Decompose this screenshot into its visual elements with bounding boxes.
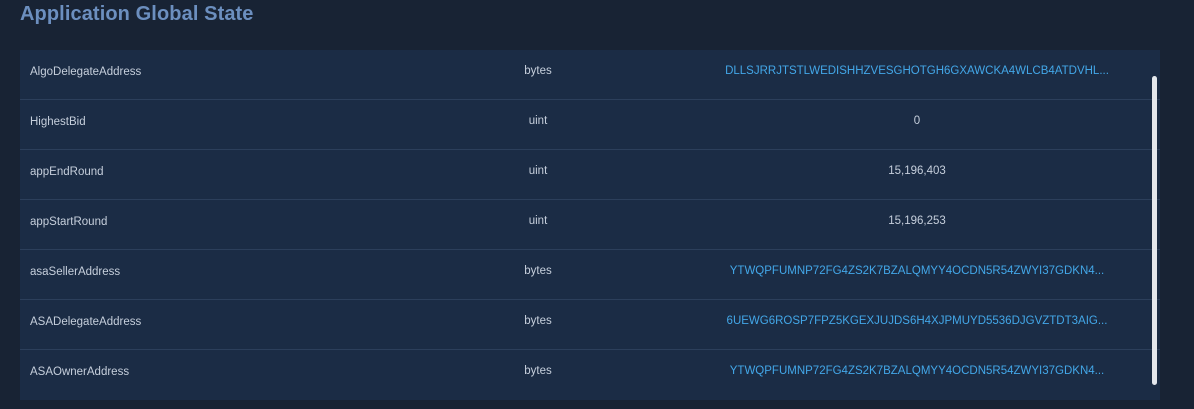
- state-key: appEndRound: [30, 166, 104, 178]
- table-body: AlgoDelegateAddress bytes DLLSJRRJTSTLWEDI…: [20, 50, 1160, 399]
- state-type: bytes: [524, 315, 552, 327]
- scrollbar-thumb[interactable]: [1152, 76, 1157, 385]
- state-type: uint: [528, 215, 548, 227]
- page: Application Global State AlgoDelegateAdd…: [0, 0, 1194, 409]
- state-value: 15,196,253: [888, 215, 946, 227]
- table-row: appEndRound uint 15,196,403: [20, 150, 1160, 200]
- table-row: asaSellerAddress bytes YTWQPFUMNP72FG4ZS2K…: [20, 250, 1160, 300]
- address-link[interactable]: 6UEWG6ROSP7FPZ5KGEXJUJDS6H4XJPMUYD5536DJ…: [710, 300, 1124, 349]
- table-row: HighestBid uint 0: [20, 100, 1160, 150]
- state-key: appStartRound: [30, 216, 108, 228]
- table-row: AlgoDelegateAddress bytes DLLSJRRJTSTLWEDI…: [20, 50, 1160, 100]
- state-type: uint: [528, 165, 548, 177]
- state-key: ASAOwnerAddress: [30, 366, 130, 378]
- global-state-table: AlgoDelegateAddress bytes DLLSJRRJTSTLWEDI…: [20, 50, 1160, 400]
- state-type: bytes: [524, 265, 552, 277]
- scrollbar[interactable]: [1150, 50, 1160, 400]
- state-type: bytes: [524, 65, 552, 77]
- state-key: ASADelegateAddress: [30, 316, 142, 328]
- state-value: 0: [913, 115, 921, 127]
- state-key: HighestBid: [30, 116, 86, 128]
- state-value: 15,196,403: [888, 165, 946, 177]
- state-key: asaSellerAddress: [30, 266, 121, 278]
- address-link[interactable]: YTWQPFUMNP72FG4ZS2K7BZALQMYY4OCDN5R54ZWY…: [710, 350, 1124, 399]
- address-link[interactable]: DLLSJRRJTSTLWEDISHHZVESGHOTGH6GXAWCKA4WL…: [710, 50, 1124, 99]
- table-row: appStartRound uint 15,196,253: [20, 200, 1160, 250]
- address-link[interactable]: YTWQPFUMNP72FG4ZS2K7BZALQMYY4OCDN5R54ZWY…: [710, 250, 1124, 299]
- table-row: ASAOwnerAddress bytes YTWQPFUMNP72FG4ZS2K7…: [20, 350, 1160, 399]
- section-title: Application Global State: [20, 3, 254, 25]
- state-type: bytes: [524, 365, 552, 377]
- table-row: ASADelegateAddress bytes 6UEWG6ROSP7FPZ5KG…: [20, 300, 1160, 350]
- state-type: uint: [528, 115, 548, 127]
- state-key: AlgoDelegateAddress: [30, 66, 142, 78]
